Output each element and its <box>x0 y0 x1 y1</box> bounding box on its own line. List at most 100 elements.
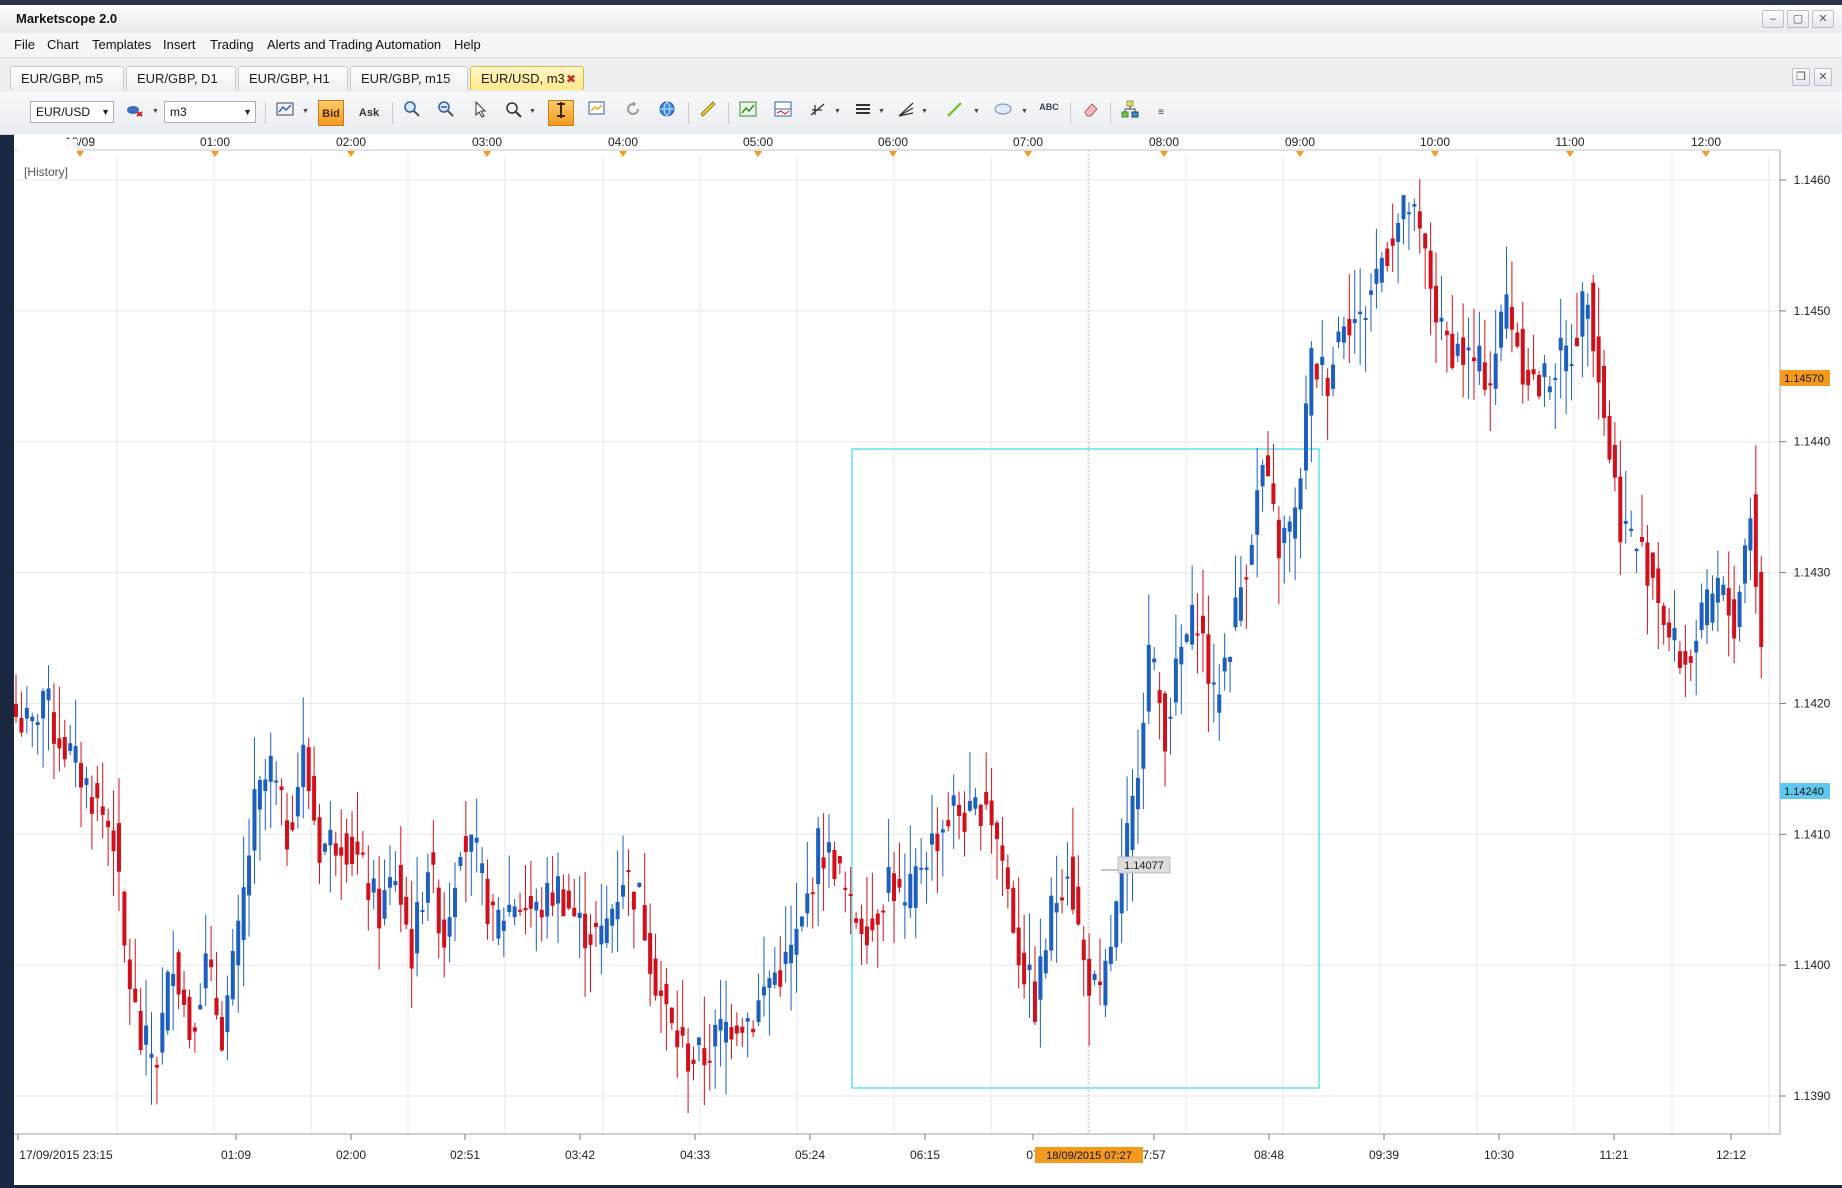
dropdown-arrow-icon[interactable]: ▼ <box>973 108 980 115</box>
candle-body-bull <box>951 795 956 806</box>
dropdown-arrow-icon[interactable]: ▼ <box>152 108 159 115</box>
globe-icon[interactable] <box>654 100 680 126</box>
candle-body-bull <box>425 872 430 903</box>
tab-eurgbp-m5[interactable]: EUR/GBP, m5 <box>10 66 124 90</box>
eraser-icon[interactable] <box>1078 100 1104 126</box>
candle-body-bull <box>919 867 924 870</box>
maximize-button[interactable]: ▢ <box>1787 10 1809 28</box>
candle-body-bear <box>133 988 138 1003</box>
time-axis-bottom-label: 11:21 <box>1599 1148 1628 1162</box>
candle-body-bear <box>344 833 349 865</box>
text-tool-icon[interactable]: ABC <box>1036 100 1062 126</box>
dropdown-arrow-icon[interactable]: ▼ <box>834 108 841 115</box>
candle-body-bear <box>978 804 983 826</box>
zoom-out-icon[interactable] <box>433 100 459 126</box>
candle-body-bear <box>1650 552 1655 578</box>
ellipse-tool-icon[interactable] <box>990 100 1016 126</box>
candle-body-bear <box>729 1027 734 1040</box>
candle-body-bull <box>420 909 425 912</box>
candle-body-bull <box>496 909 501 939</box>
add-chart-area-icon[interactable] <box>770 100 796 126</box>
candle-body-bear <box>539 909 544 918</box>
selection-rectangle[interactable] <box>851 448 1320 1089</box>
time-axis-bottom-label: 7:57 <box>1142 1148 1166 1162</box>
toolbar-overflow-icon[interactable]: ≡ <box>1148 100 1174 126</box>
candle-body-bull <box>1705 589 1710 626</box>
timeframe-select[interactable]: m3 ▼ <box>164 101 256 123</box>
candle-body-bull <box>724 1021 729 1043</box>
menu-templates[interactable]: Templates <box>92 37 151 52</box>
fan-tool-icon[interactable] <box>893 100 919 126</box>
dropdown-arrow-icon[interactable]: ▼ <box>529 108 536 115</box>
tab-eurusd-m3[interactable]: EUR/USD, m3 ✖ <box>470 66 584 90</box>
candle-body-bull <box>1374 268 1379 284</box>
dropdown-arrow-icon[interactable]: ▼ <box>878 108 885 115</box>
candle-body-bear <box>339 847 344 856</box>
close-window-button[interactable]: ✕ <box>1812 10 1834 28</box>
instrument-select[interactable]: EUR/USD ▼ <box>30 101 114 123</box>
horizontal-lines-icon[interactable] <box>850 100 876 126</box>
price-label: 1.1420 <box>1794 696 1831 710</box>
tab-eurgbp-d1[interactable]: EUR/GBP, D1 <box>126 66 236 90</box>
close-tab-icon[interactable]: ✖ <box>566 67 576 91</box>
zoom-in-icon[interactable] <box>399 100 425 126</box>
minimize-button[interactable]: – <box>1762 10 1784 28</box>
trendline-tool-icon[interactable] <box>805 100 831 126</box>
price-chart[interactable]: 18/09 01:00 02:00 03:00 04:00 05:00 06:00 07:00… <box>14 134 1842 1185</box>
candle-body-bull <box>1569 364 1574 367</box>
tab-eurgbp-m15[interactable]: EUR/GBP, m15 <box>350 66 468 90</box>
candle-body-bear <box>837 856 842 864</box>
candle-body-bear <box>1488 383 1493 386</box>
candle-body-bull <box>799 916 804 927</box>
session-marker <box>754 151 762 157</box>
chart-type-icon[interactable] <box>272 100 298 126</box>
candle-body-bull <box>274 780 279 783</box>
candle-body-bull <box>1303 403 1308 471</box>
ask-button[interactable]: Ask <box>356 100 382 126</box>
candle-body-bear <box>946 820 951 827</box>
candle-body-bull <box>295 787 300 817</box>
menu-help[interactable]: Help <box>454 37 481 52</box>
refresh-icon[interactable] <box>620 100 646 126</box>
menu-trading[interactable]: Trading <box>210 37 254 52</box>
candle-body-bear <box>1087 958 1092 996</box>
chart-area[interactable]: 18/09 01:00 02:00 03:00 04:00 05:00 06:00 07:00… <box>14 134 1842 1185</box>
tab-eurgbp-h1[interactable]: EUR/GBP, H1 <box>238 66 348 90</box>
add-indicator-icon[interactable] <box>735 100 761 126</box>
draw-line-icon[interactable] <box>942 100 968 126</box>
candle-body-bear <box>518 909 523 912</box>
menu-file[interactable]: File <box>14 37 35 52</box>
remove-instrument-icon[interactable] <box>122 100 148 126</box>
bid-button[interactable]: Bid <box>318 100 344 126</box>
close-chart-icon[interactable]: ✕ <box>1814 68 1832 86</box>
dropdown-arrow-icon[interactable]: ▼ <box>921 108 928 115</box>
candle-body-bear <box>1612 444 1617 478</box>
zoom-area-icon[interactable] <box>501 100 527 126</box>
candle-body-bull <box>1043 950 1048 974</box>
candle-body-bear <box>285 820 289 850</box>
candle-body-bear <box>317 817 322 863</box>
candle-body-bull <box>1547 386 1552 393</box>
menu-chart[interactable]: Chart <box>47 37 79 52</box>
candle-body-bull <box>827 842 831 853</box>
candle-body-bear <box>192 1027 197 1032</box>
menu-alerts-automation[interactable]: Alerts and Trading Automation <box>267 37 441 52</box>
candle-body-bear <box>1200 615 1205 634</box>
candle-body-bull <box>534 901 539 911</box>
candle-body-bull <box>257 779 262 810</box>
restore-chart-icon[interactable]: ❐ <box>1792 68 1810 86</box>
ruler-icon[interactable] <box>695 100 721 126</box>
ask-price-label: 1.14570 <box>1784 373 1824 385</box>
candle-body-bear <box>436 887 441 934</box>
object-tree-icon[interactable] <box>1117 100 1143 126</box>
candle-body-bull <box>1152 658 1157 663</box>
dropdown-arrow-icon[interactable]: ▼ <box>302 108 309 115</box>
dropdown-arrow-icon[interactable]: ▼ <box>1021 108 1028 115</box>
candle-body-bull <box>252 789 257 851</box>
candle-body-bear <box>209 959 214 968</box>
toolbar-separator <box>728 102 729 124</box>
cursor-tool-icon[interactable] <box>467 100 493 126</box>
crosshair-cursor-icon[interactable] <box>548 100 574 126</box>
chart-properties-icon[interactable] <box>584 100 610 126</box>
menu-insert[interactable]: Insert <box>163 37 196 52</box>
